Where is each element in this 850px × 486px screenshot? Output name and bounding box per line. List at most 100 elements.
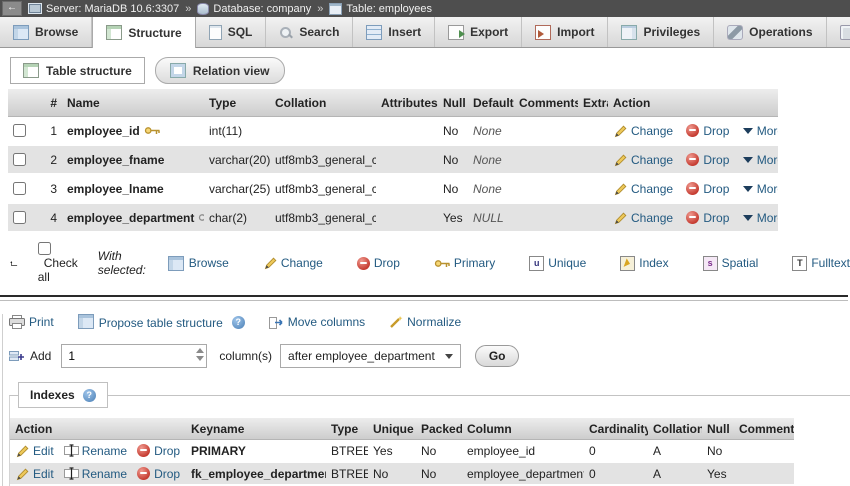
index-key-icon — [199, 213, 204, 221]
structure-tools-section: Print Propose table structure Move colum… — [2, 314, 850, 486]
header-cardinality: Cardinality — [584, 418, 648, 440]
drop-link[interactable]: Drop — [686, 181, 729, 196]
drop-icon — [686, 210, 700, 224]
header-null: Null — [438, 89, 468, 117]
normalize-link[interactable]: Normalize — [389, 315, 461, 329]
change-link[interactable]: Change — [613, 153, 673, 167]
selected-index-link[interactable]: Index — [620, 255, 669, 271]
with-selected-label: With selected: — [97, 249, 146, 277]
edit-link[interactable]: Edit — [15, 467, 54, 481]
tab-structure[interactable]: Structure — [92, 17, 196, 48]
column-name: employee_lname — [67, 181, 164, 196]
check-all-arrow-icon — [10, 260, 18, 266]
move-columns-icon — [268, 316, 283, 329]
printer-icon — [9, 315, 25, 329]
database-label: Database: company — [213, 2, 312, 15]
rename-link[interactable]: Rename — [63, 444, 127, 458]
relation-view-icon — [169, 63, 186, 78]
table-row: 2 employee_fname varchar(20) utf8mb3_gen… — [8, 145, 778, 174]
move-columns-link[interactable]: Move columns — [268, 315, 365, 329]
selected-drop-link[interactable]: Drop — [356, 256, 400, 270]
drop-link[interactable]: Drop — [686, 123, 729, 138]
column-count-input[interactable] — [61, 344, 208, 368]
table-structure-icon — [23, 63, 39, 78]
insert-icon — [366, 24, 383, 40]
chevron-down-icon — [742, 156, 753, 163]
pencil-icon — [16, 445, 29, 457]
selected-fulltext-link[interactable]: T Fulltext — [792, 255, 850, 271]
rename-link[interactable]: Rename — [63, 467, 127, 481]
more-link[interactable]: More — [742, 153, 778, 167]
go-button[interactable]: Go — [474, 345, 520, 367]
drop-icon — [686, 123, 700, 137]
drop-link[interactable]: Drop — [686, 210, 729, 225]
tab-import[interactable]: Import — [522, 17, 609, 47]
propose-structure-link[interactable]: Propose table structure — [77, 314, 223, 330]
change-link[interactable]: Change — [613, 124, 673, 138]
stepper-arrows[interactable] — [196, 348, 205, 361]
change-link[interactable]: Change — [613, 182, 673, 196]
change-link[interactable]: Change — [613, 211, 673, 225]
row-checkbox[interactable] — [13, 152, 26, 166]
wand-icon — [390, 316, 403, 328]
drop-link[interactable]: Drop — [686, 152, 729, 167]
header-extra: Extra — [578, 89, 608, 117]
more-link[interactable]: More — [742, 182, 778, 196]
triggers-icon — [839, 24, 850, 40]
table-row: Edit Rename Drop fk_employee_department … — [10, 462, 794, 485]
indexes-header[interactable]: Indexes — [18, 382, 108, 408]
help-icon[interactable] — [231, 315, 245, 329]
browse-icon — [13, 24, 29, 40]
check-all-checkbox[interactable] — [37, 242, 51, 255]
header-action: Action — [10, 418, 186, 440]
pencil-icon — [614, 212, 627, 224]
print-link[interactable]: Print — [9, 315, 54, 329]
header-attributes: Attributes — [376, 89, 438, 117]
table-structure-button[interactable]: Table structure — [10, 57, 145, 84]
relation-view-button[interactable]: Relation view — [154, 57, 285, 84]
tab-search[interactable]: Search — [266, 17, 354, 47]
tab-browse[interactable]: Browse — [0, 17, 93, 47]
header-collation: Collation — [270, 89, 376, 117]
drop-link[interactable]: Drop — [137, 443, 180, 458]
add-column-icon — [9, 350, 24, 361]
fulltext-icon: T — [792, 255, 808, 271]
selected-primary-link[interactable]: Primary — [434, 256, 495, 270]
row-checkbox[interactable] — [13, 181, 26, 195]
breadcrumb-server[interactable]: Server: MariaDB 10.6:3307 — [28, 3, 179, 15]
tab-sql[interactable]: SQL — [196, 17, 267, 47]
drop-link[interactable]: Drop — [137, 466, 180, 481]
edit-link[interactable]: Edit — [15, 444, 54, 458]
tab-privileges[interactable]: Privileges — [608, 17, 715, 47]
header-keyname: Keyname — [186, 418, 326, 440]
search-icon — [279, 26, 293, 39]
add-column-form: Add column(s) after employee_department … — [9, 344, 850, 368]
position-select[interactable]: after employee_department — [280, 344, 461, 368]
add-label: Add — [30, 349, 52, 363]
check-all-label[interactable]: Check all — [38, 256, 78, 284]
drop-icon — [356, 256, 370, 270]
pencil-icon — [614, 154, 627, 166]
selected-change-link[interactable]: Change — [263, 256, 323, 270]
drop-icon — [137, 443, 151, 457]
tab-export[interactable]: Export — [435, 17, 523, 47]
tab-insert[interactable]: Insert — [353, 17, 436, 47]
collapse-sidebar-button[interactable]: ← — [2, 1, 22, 16]
selected-spatial-link[interactable]: s Spatial — [702, 255, 758, 271]
row-checkbox[interactable] — [13, 210, 26, 224]
row-checkbox[interactable] — [13, 123, 26, 137]
header-type: Type — [326, 418, 368, 440]
selected-unique-link[interactable]: u Unique — [529, 255, 586, 271]
breadcrumb-table[interactable]: Table: employees — [329, 2, 432, 15]
more-link[interactable]: More — [742, 124, 778, 138]
columns-label: column(s) — [219, 349, 273, 363]
help-icon[interactable] — [82, 388, 96, 402]
header-collation: Collation — [648, 418, 702, 440]
selected-browse-link[interactable]: Browse — [167, 255, 229, 271]
breadcrumb-database[interactable]: Database: company — [197, 2, 312, 15]
header-default: Default — [468, 89, 514, 117]
more-link[interactable]: More — [742, 211, 778, 225]
column-name: employee_fname — [67, 152, 165, 167]
tab-operations[interactable]: Operations — [714, 17, 827, 47]
tab-triggers[interactable]: Triggers — [827, 17, 850, 47]
